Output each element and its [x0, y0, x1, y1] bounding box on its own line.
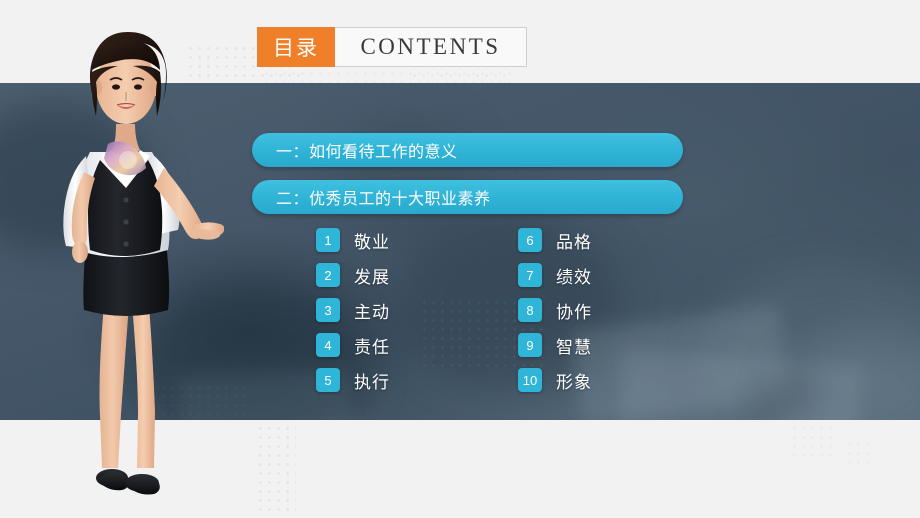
section-pill-1-label: 一：如何看待工作的意义: [276, 144, 458, 161]
section-pill-2-label: 二：优秀员工的十大职业素养: [276, 191, 491, 208]
list-item[interactable]: 9 智慧: [518, 333, 592, 357]
list-item-label: 执行: [354, 372, 390, 392]
list-item-label: 品格: [556, 232, 592, 252]
slide-canvas: 目录 CONTENTS 一：如何看待工作的意义 二：优秀员工的十大职业素养 1 …: [0, 0, 920, 518]
list-item-number: 8: [518, 298, 542, 322]
list-item-number: 5: [316, 368, 340, 392]
list-item-label: 形象: [556, 372, 592, 392]
list-item[interactable]: 8 协作: [518, 298, 592, 322]
list-item-number: 3: [316, 298, 340, 322]
page-title-cn: 目录: [257, 27, 335, 67]
list-item-label: 协作: [556, 302, 592, 322]
list-item[interactable]: 3 主动: [316, 298, 390, 322]
list-item[interactable]: 2 发展: [316, 263, 390, 287]
list-item-label: 责任: [354, 337, 390, 357]
list-item-number: 6: [518, 228, 542, 252]
page-title: 目录 CONTENTS: [257, 27, 527, 67]
page-title-en: CONTENTS: [335, 27, 527, 67]
list-item[interactable]: 10 形象: [518, 368, 592, 392]
businesswoman-illustration: [63, 32, 225, 495]
bg-blur-shape: [770, 333, 920, 420]
bg-paper-shape: [617, 349, 863, 420]
list-item-number: 4: [316, 333, 340, 357]
section-pill-1[interactable]: 一：如何看待工作的意义: [252, 133, 683, 167]
list-item[interactable]: 4 责任: [316, 333, 390, 357]
list-item-label: 发展: [354, 267, 390, 287]
list-item[interactable]: 1 敬业: [316, 228, 390, 252]
bg-pen-shape: [742, 370, 818, 420]
list-item-number: 1: [316, 228, 340, 252]
list-item-label: 智慧: [556, 337, 592, 357]
bg-paper-shape: [569, 305, 791, 420]
list-item-number: 2: [316, 263, 340, 287]
list-item-number: 7: [518, 263, 542, 287]
list-item[interactable]: 6 品格: [518, 228, 592, 252]
presenter-figure: [34, 4, 225, 504]
quality-list-left: 1 敬业 2 发展 3 主动 4 责任 5 执行: [316, 228, 390, 403]
list-item-label: 绩效: [556, 267, 592, 287]
quality-list-right: 6 品格 7 绩效 8 协作 9 智慧 10 形象: [518, 228, 592, 403]
list-item-label: 主动: [354, 302, 390, 322]
list-item-number: 10: [518, 368, 542, 392]
dot-grid-pattern: [256, 424, 296, 514]
list-item[interactable]: 5 执行: [316, 368, 390, 392]
list-item[interactable]: 7 绩效: [518, 263, 592, 287]
section-pill-2[interactable]: 二：优秀员工的十大职业素养: [252, 180, 683, 214]
list-item-label: 敬业: [354, 232, 390, 252]
list-item-number: 9: [518, 333, 542, 357]
dot-grid-pattern: [845, 440, 875, 470]
dot-grid-pattern: [790, 424, 835, 458]
bg-blur-shape: [700, 263, 920, 420]
